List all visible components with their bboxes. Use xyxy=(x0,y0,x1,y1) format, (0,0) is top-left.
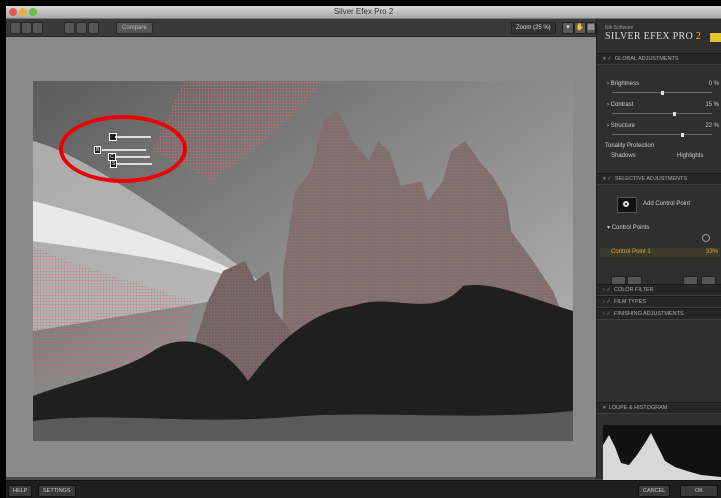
global-adjustments-header[interactable]: ▾ ✓ GLOBAL ADJUSTMENTS xyxy=(597,53,721,65)
brightness-label[interactable]: › Brightness xyxy=(607,81,639,87)
control-point-size-slider[interactable] xyxy=(115,136,151,138)
brand-logo: SILVER EFEX PRO 2 xyxy=(605,31,701,42)
selective-adjustments-title: SELECTIVE ADJUSTMENTS xyxy=(614,176,688,182)
control-point-structure-tag: S xyxy=(110,160,118,168)
view-split-button[interactable] xyxy=(21,22,32,34)
structure-knob[interactable] xyxy=(681,133,684,137)
highlights-text: Highlights xyxy=(677,153,704,159)
window-title: Silver Efex Pro 2 xyxy=(333,7,394,16)
background-light-button[interactable] xyxy=(88,22,99,34)
structure-text: Structure xyxy=(610,123,636,129)
contrast-value: 15 % xyxy=(705,102,719,108)
control-point-structure-slider[interactable] xyxy=(116,163,152,165)
control-point-1-label: Control Point 1 xyxy=(611,249,651,255)
compare-button[interactable]: Compare xyxy=(116,22,153,34)
control-points-title: Control Points xyxy=(611,225,650,231)
brand-name: SILVER EFEX PRO xyxy=(605,31,694,42)
structure-slider[interactable] xyxy=(612,133,712,137)
background-mid-button[interactable] xyxy=(76,22,87,34)
shadows-toggle[interactable]: Shadows xyxy=(611,153,636,159)
control-point-1-row[interactable]: Control Point 1 33% xyxy=(600,248,720,257)
highlights-toggle[interactable]: Highlights xyxy=(677,153,703,159)
bottom-bar: HELP SETTINGS CANCEL OK xyxy=(6,480,721,498)
zoom-control[interactable]: Zoom (25 %) xyxy=(511,22,556,34)
film-types-header[interactable]: › ✓ FILM TYPES xyxy=(597,296,721,308)
histogram xyxy=(603,425,721,480)
contrast-label[interactable]: › Contrast xyxy=(607,102,633,108)
view-single-button[interactable] xyxy=(10,22,21,34)
loupe-histogram-title: LOUPE & HISTOGRAM xyxy=(608,405,668,411)
loupe-histogram-header[interactable]: ▾ LOUPE & HISTOGRAM xyxy=(597,402,721,414)
control-point-1-value: 33% xyxy=(705,249,718,255)
brightness-text: Brightness xyxy=(610,81,640,87)
image-canvas[interactable]: B C S xyxy=(6,37,596,477)
app-window: Silver Efex Pro 2 Compare Zoom (25 %) ▾ … xyxy=(6,6,721,498)
cancel-button[interactable]: CANCEL xyxy=(638,485,671,497)
hand-icon[interactable]: ✋ xyxy=(574,22,586,34)
control-point-brightness-tag: B xyxy=(94,146,102,154)
brightness-value: 0 % xyxy=(708,81,719,87)
finishing-adjustments-title: FINISHING ADJUSTMENTS xyxy=(613,311,684,317)
color-filter-title: COLOR FILTER xyxy=(613,287,654,293)
shadows-text: Shadows xyxy=(611,153,636,159)
film-types-title: FILM TYPES xyxy=(613,299,646,305)
ok-button[interactable]: OK xyxy=(680,485,718,497)
background-dark-button[interactable] xyxy=(64,22,75,34)
title-bar: Silver Efex Pro 2 xyxy=(6,6,721,19)
toolbar: Compare Zoom (25 %) ▾ ✋ ▤ xyxy=(6,19,596,37)
add-control-point-button[interactable] xyxy=(617,197,637,213)
control-points-header[interactable]: ▾ Control Points xyxy=(607,224,649,231)
tonality-protection-label: Tonality Protection xyxy=(605,143,655,149)
help-button[interactable]: HELP xyxy=(8,485,33,497)
adjustments-panel: Nik Software SILVER EFEX PRO 2 ▾ ✓ GLOBAL… xyxy=(596,19,721,480)
finishing-adjustments-header[interactable]: › ✓ FINISHING ADJUSTMENTS xyxy=(597,308,721,320)
brand-badge-icon xyxy=(710,33,721,42)
add-control-point-label: Add Control Point xyxy=(643,201,691,207)
contrast-text: Contrast xyxy=(610,102,634,108)
color-filter-header[interactable]: › ✓ COLOR FILTER xyxy=(597,284,721,296)
selective-adjustments-header[interactable]: ▾ ✓ SELECTIVE ADJUSTMENTS xyxy=(597,173,721,185)
show-selection-icon[interactable] xyxy=(702,234,710,242)
global-adjustments-title: GLOBAL ADJUSTMENTS xyxy=(614,56,679,62)
view-sidebyside-button[interactable] xyxy=(32,22,43,34)
brightness-slider[interactable] xyxy=(612,91,712,95)
structure-value: 22 % xyxy=(705,123,719,129)
control-point-brightness-slider[interactable] xyxy=(102,149,146,151)
structure-label[interactable]: › Structure xyxy=(607,123,635,129)
contrast-slider[interactable] xyxy=(612,112,712,116)
contrast-knob[interactable] xyxy=(673,112,676,116)
brightness-knob[interactable] xyxy=(661,91,664,95)
settings-button[interactable]: SETTINGS xyxy=(38,485,76,497)
histogram-graph xyxy=(603,433,721,480)
control-point-contrast-slider[interactable] xyxy=(114,156,150,158)
panel-toggle-icon[interactable]: ▤ xyxy=(586,22,596,34)
brand-version: 2 xyxy=(695,31,702,42)
zoom-dropdown-icon[interactable]: ▾ xyxy=(562,22,574,34)
